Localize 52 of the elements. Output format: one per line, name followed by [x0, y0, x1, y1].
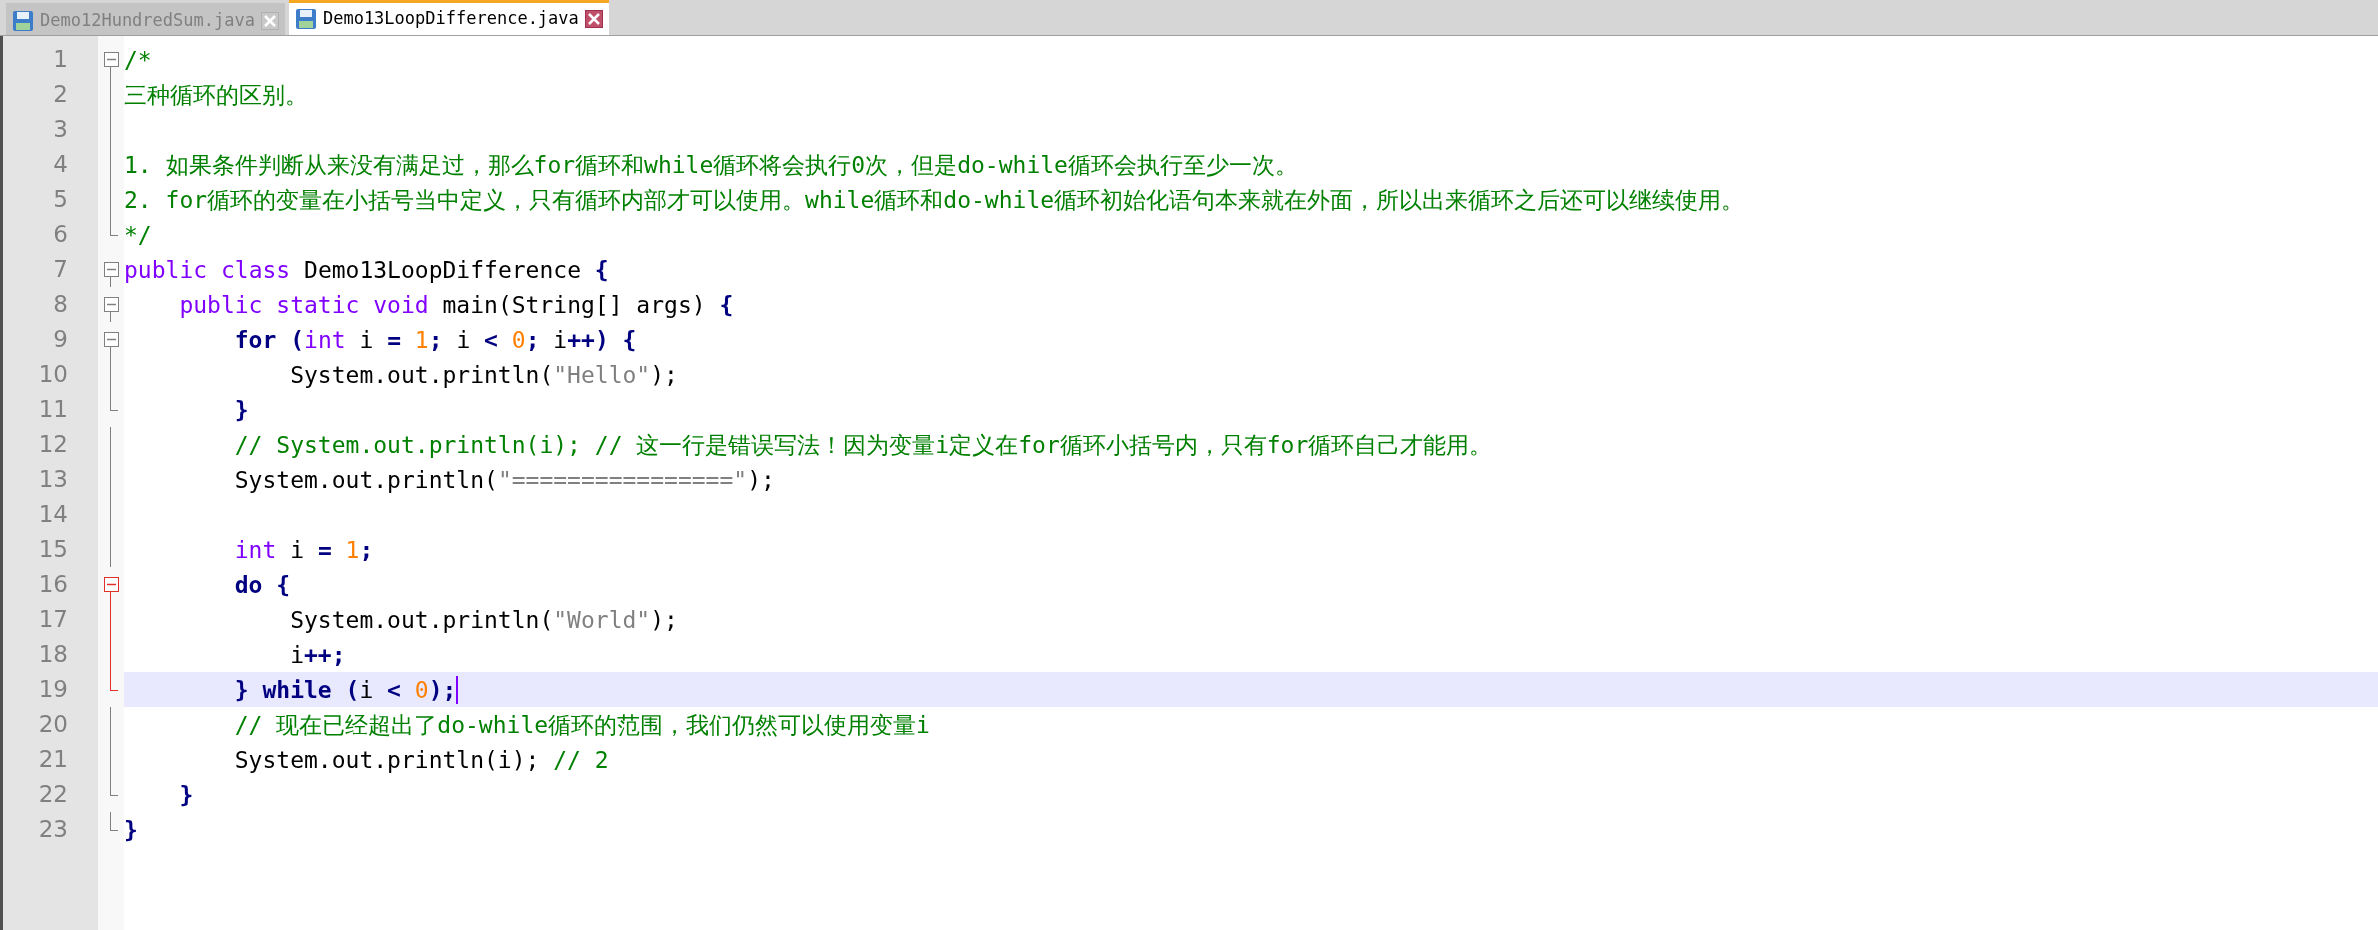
code-line: for (int i = 1; i < 0; i++) { [233, 325, 637, 355]
line-number: 12 [38, 430, 68, 460]
code-line: */ [124, 220, 152, 250]
code-line: } while (i < 0); [233, 675, 457, 705]
line-number: 17 [38, 605, 68, 635]
text-caret [456, 675, 459, 704]
code-line: public static void main(String[] args) { [178, 290, 734, 320]
line-number: 2 [53, 80, 68, 110]
line-number: 8 [53, 290, 68, 320]
close-icon[interactable] [584, 10, 603, 28]
code-line: } [178, 780, 194, 810]
line-number: 19 [38, 675, 68, 705]
line-number: 3 [53, 115, 68, 145]
line-number: 1 [53, 45, 68, 75]
collapse-icon[interactable] [103, 262, 119, 277]
code-line: // System.out.println(i); // 这一行是错误写法！因为变量i定义在for循环小括号内，只有for循环自己才能用。 [233, 430, 1493, 460]
code-line: System.out.println("Hello"); [289, 360, 678, 390]
line-number: 9 [53, 325, 68, 355]
line-number: 5 [53, 185, 68, 215]
code-line: 2. for循环的变量在小括号当中定义，只有循环内部才可以使用。while循环和do-while循环初始化语句本来就在外面，所以出来循环之后还可以继续使用。 [124, 185, 1745, 215]
line-number: 14 [38, 500, 68, 530]
line-number: 20 [38, 710, 68, 740]
code-line: } [124, 815, 138, 845]
code-line: System.out.println("World"); [289, 605, 678, 635]
code-line: 1. 如果条件判断从来没有满足过，那么for循环和while循环将会执行0次，但是do-while循环会执行至少一次。 [124, 150, 1298, 180]
line-number: 7 [53, 255, 68, 285]
collapse-icon[interactable] [103, 297, 119, 312]
line-number: 10 [38, 360, 68, 390]
code-line: i++; [289, 640, 346, 670]
code-line: // 现在已经超出了do-while循环的范围，我们仍然可以使用变量i [233, 710, 930, 740]
code-line: 三种循环的区别。 [124, 80, 308, 110]
line-number: 13 [38, 465, 68, 495]
code-line: int i = 1; [233, 535, 374, 565]
collapse-icon[interactable] [103, 332, 119, 347]
line-number: 23 [38, 815, 68, 845]
code-line: System.out.println("================"); [233, 465, 775, 495]
line-number: 18 [38, 640, 68, 670]
line-number: 6 [53, 220, 68, 250]
code-line: } [233, 395, 249, 425]
line-number: 22 [38, 780, 68, 810]
line-number: 11 [38, 395, 68, 425]
collapse-icon[interactable] [103, 52, 119, 67]
code-line: System.out.println(i); // 2 [233, 745, 609, 775]
code-line: public class Demo13LoopDifference { [124, 255, 609, 285]
collapse-icon[interactable] [103, 577, 119, 592]
file-tab[interactable]: Demo13LoopDifference.java [288, 0, 609, 35]
line-number: 21 [38, 745, 68, 775]
line-number: 16 [38, 570, 68, 600]
code-line: do { [233, 570, 291, 600]
line-number: 15 [38, 535, 68, 565]
code-line: /* [124, 45, 152, 75]
line-number: 4 [53, 150, 68, 180]
